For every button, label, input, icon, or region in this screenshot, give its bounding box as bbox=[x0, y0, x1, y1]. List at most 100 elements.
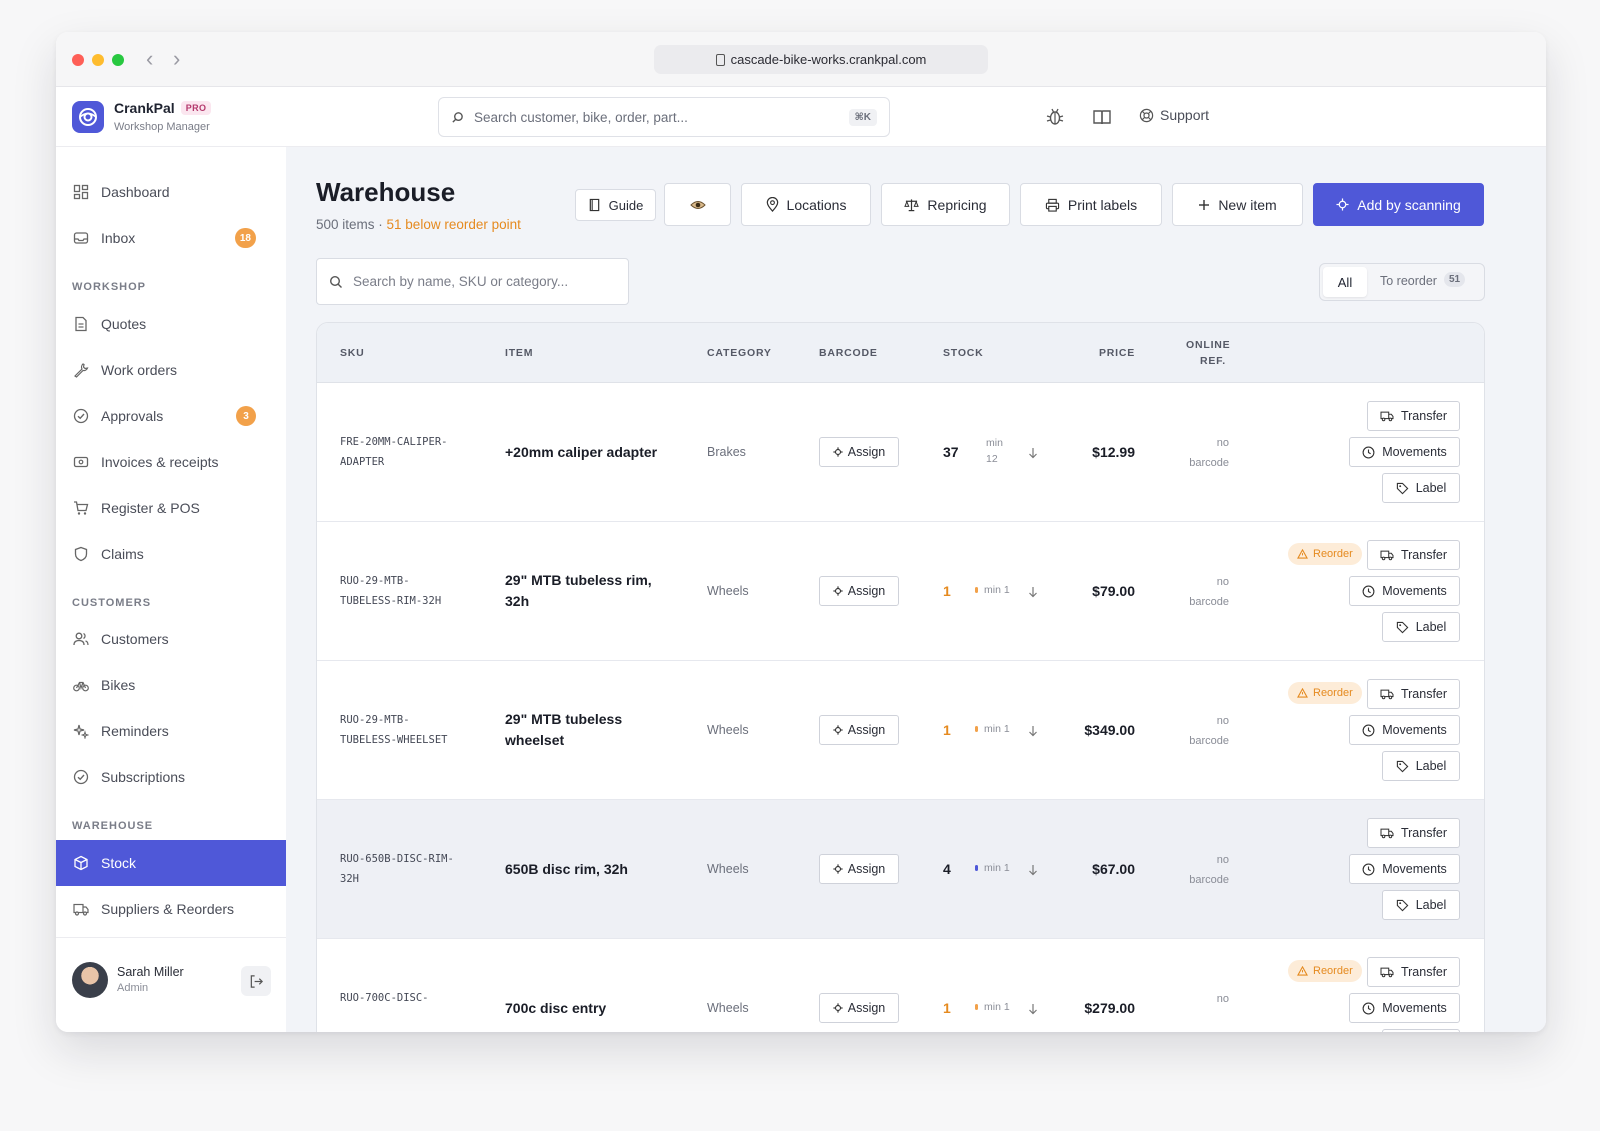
support-link[interactable]: Support bbox=[1139, 107, 1209, 123]
movements-button[interactable]: Movements bbox=[1349, 576, 1460, 606]
item-name-line-1: 700c disc entry bbox=[505, 1000, 607, 1016]
assign-label: Assign bbox=[847, 445, 886, 459]
new-item-button[interactable]: New item bbox=[1172, 183, 1303, 226]
sidebar-item-work-orders[interactable]: Work orders bbox=[56, 347, 286, 393]
main-content: Warehouse 500 items · 51 below reorder p… bbox=[286, 147, 1546, 1032]
forward-arrow-icon[interactable]: › bbox=[173, 46, 180, 72]
sidebar-item-approvals[interactable]: Approvals 3 bbox=[56, 393, 286, 439]
table-row[interactable]: FRE-20MM-CALIPER- ADAPTER +20mm caliper … bbox=[317, 383, 1484, 522]
bug-icon[interactable] bbox=[1045, 107, 1065, 127]
sidebar-label-work-orders: Work orders bbox=[101, 362, 177, 378]
crosshair-icon bbox=[833, 586, 843, 596]
arrow-down-icon[interactable] bbox=[1028, 725, 1038, 737]
label-button[interactable]: Label bbox=[1382, 751, 1460, 781]
sidebar-item-claims[interactable]: Claims bbox=[56, 531, 286, 577]
filter-all[interactable]: All bbox=[1323, 267, 1367, 297]
table-search-input[interactable]: Search by name, SKU or category... bbox=[316, 258, 629, 305]
table-row[interactable]: RUO-700C-DISC- 700c disc entry Wheels As… bbox=[317, 939, 1484, 1032]
repricing-button[interactable]: Repricing bbox=[881, 183, 1010, 226]
sidebar-item-subscriptions[interactable]: Subscriptions bbox=[56, 754, 286, 800]
sidebar-item-register[interactable]: Register & POS bbox=[56, 485, 286, 531]
minimize-window-button[interactable] bbox=[92, 54, 104, 66]
transfer-button[interactable]: Transfer bbox=[1367, 540, 1460, 570]
movements-button[interactable]: Movements bbox=[1349, 715, 1460, 745]
sidebar-item-suppliers[interactable]: Suppliers & Reorders bbox=[56, 886, 286, 932]
visibility-button[interactable] bbox=[664, 183, 731, 226]
sidebar-item-invoices[interactable]: Invoices & receipts bbox=[56, 439, 286, 485]
table-search-placeholder: Search by name, SKU or category... bbox=[353, 274, 569, 289]
sidebar-item-reminders[interactable]: Reminders bbox=[56, 708, 286, 754]
label-button[interactable]: Label bbox=[1382, 1029, 1460, 1032]
assign-barcode-button[interactable]: Assign bbox=[819, 576, 899, 606]
sidebar-item-dashboard[interactable]: Dashboard bbox=[56, 169, 286, 215]
filter-to-reorder[interactable]: To reorder bbox=[1380, 274, 1437, 288]
eye-icon bbox=[689, 200, 706, 209]
min-value: min 1 bbox=[984, 1001, 1010, 1013]
header-stock[interactable]: STOCK bbox=[943, 347, 984, 359]
label-button[interactable]: Label bbox=[1382, 890, 1460, 920]
arrow-down-icon[interactable] bbox=[1028, 447, 1038, 459]
item-cell[interactable]: 29" MTB tubeless rim, 32h bbox=[505, 570, 675, 612]
movements-label: Movements bbox=[1382, 723, 1447, 737]
transfer-button[interactable]: Transfer bbox=[1367, 957, 1460, 987]
label-button[interactable]: Label bbox=[1382, 473, 1460, 503]
transfer-button[interactable]: Transfer bbox=[1367, 679, 1460, 709]
header-online-ref-line1[interactable]: ONLINE bbox=[1186, 339, 1230, 351]
header-price[interactable]: PRICE bbox=[1099, 347, 1135, 359]
label-button[interactable]: Label bbox=[1382, 612, 1460, 642]
movements-button[interactable]: Movements bbox=[1349, 437, 1460, 467]
min-value: min 1 bbox=[984, 862, 1010, 874]
header-sku[interactable]: SKU bbox=[340, 347, 365, 359]
min-value: min 1 bbox=[984, 723, 1010, 735]
assign-barcode-button[interactable]: Assign bbox=[819, 854, 899, 884]
price-cell: $349.00 bbox=[1084, 722, 1135, 738]
header-barcode[interactable]: BARCODE bbox=[819, 347, 878, 359]
guide-button[interactable]: Guide bbox=[575, 189, 656, 221]
global-search-input[interactable]: Search customer, bike, order, part... ⌘K bbox=[438, 97, 890, 137]
min-stock: min 1 bbox=[975, 721, 1010, 737]
item-cell[interactable]: 29" MTB tubeless wheelset bbox=[505, 709, 675, 751]
transfer-button[interactable]: Transfer bbox=[1367, 818, 1460, 848]
arrow-down-icon[interactable] bbox=[1028, 586, 1038, 598]
sku-line-2: TUBELESS-WHEELSET bbox=[340, 734, 448, 746]
truck-icon bbox=[1380, 967, 1394, 978]
item-cell[interactable]: 650B disc rim, 32h bbox=[505, 859, 675, 880]
add-by-scanning-button[interactable]: Add by scanning bbox=[1313, 183, 1484, 226]
header-category[interactable]: CATEGORY bbox=[707, 347, 772, 359]
table-row[interactable]: RUO-650B-DISC-RIM- 32H 650B disc rim, 32… bbox=[317, 800, 1484, 939]
assign-barcode-button[interactable]: Assign bbox=[819, 437, 899, 467]
avatar[interactable] bbox=[72, 962, 108, 998]
maximize-window-button[interactable] bbox=[112, 54, 124, 66]
sidebar-item-bikes[interactable]: Bikes bbox=[56, 662, 286, 708]
sidebar-item-inbox[interactable]: Inbox 18 bbox=[56, 215, 286, 261]
table-row[interactable]: RUO-29-MTB- TUBELESS-WHEELSET 29" MTB tu… bbox=[317, 661, 1484, 800]
repricing-label: Repricing bbox=[927, 196, 987, 213]
movements-label: Movements bbox=[1382, 1001, 1447, 1015]
stock-quantity: 1 bbox=[943, 583, 951, 599]
sidebar-item-stock[interactable]: Stock bbox=[56, 840, 286, 886]
print-labels-button[interactable]: Print labels bbox=[1020, 183, 1162, 226]
item-cell[interactable]: +20mm caliper adapter bbox=[505, 442, 675, 463]
crankpal-logo-icon[interactable] bbox=[72, 101, 104, 133]
close-window-button[interactable] bbox=[72, 54, 84, 66]
back-arrow-icon[interactable]: ‹ bbox=[146, 46, 153, 72]
table-row[interactable]: RUO-29-MTB- TUBELESS-RIM-32H 29" MTB tub… bbox=[317, 522, 1484, 661]
arrow-down-icon[interactable] bbox=[1028, 864, 1038, 876]
header-item[interactable]: ITEM bbox=[505, 347, 533, 359]
sidebar-item-quotes[interactable]: Quotes bbox=[56, 301, 286, 347]
item-name-line-1: 29" MTB tubeless rim, bbox=[505, 572, 652, 588]
book-icon[interactable] bbox=[1092, 107, 1112, 127]
crosshair-icon bbox=[833, 864, 843, 874]
movements-button[interactable]: Movements bbox=[1349, 854, 1460, 884]
logout-button[interactable] bbox=[241, 966, 271, 996]
price-cell: $12.99 bbox=[1092, 444, 1135, 460]
movements-button[interactable]: Movements bbox=[1349, 993, 1460, 1023]
url-bar[interactable]: cascade-bike-works.crankpal.com bbox=[654, 45, 988, 74]
assign-barcode-button[interactable]: Assign bbox=[819, 993, 899, 1023]
locations-button[interactable]: Locations bbox=[741, 183, 871, 226]
transfer-button[interactable]: Transfer bbox=[1367, 401, 1460, 431]
sidebar-item-customers[interactable]: Customers bbox=[56, 616, 286, 662]
item-cell[interactable]: 700c disc entry bbox=[505, 998, 675, 1019]
arrow-down-icon[interactable] bbox=[1028, 1003, 1038, 1015]
assign-barcode-button[interactable]: Assign bbox=[819, 715, 899, 745]
